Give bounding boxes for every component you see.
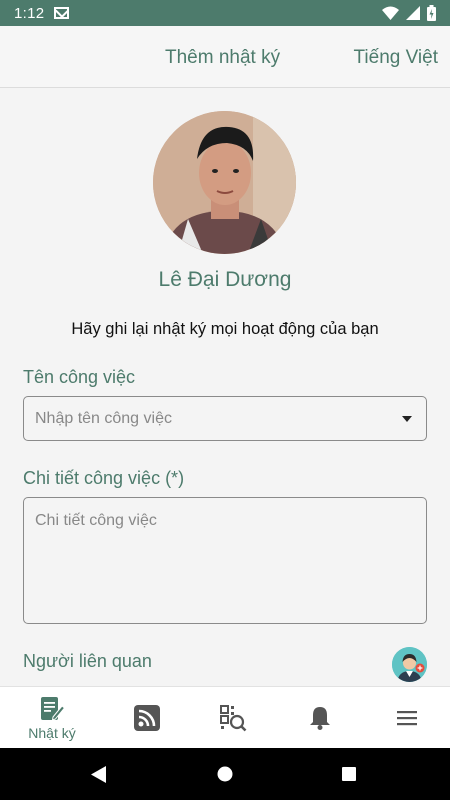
journal-edit-icon: [41, 696, 65, 721]
related-people-label: Người liên quan: [23, 651, 152, 671]
system-navigation-bar: [0, 748, 450, 800]
task-name-label: Tên công việc: [23, 367, 136, 387]
add-related-person-button[interactable]: [392, 647, 427, 682]
avatar-photo: [153, 111, 296, 254]
rss-feed-icon: [134, 705, 160, 731]
status-time: 1:12: [14, 4, 45, 22]
status-bar: 1:12: [0, 0, 450, 26]
wifi-icon: [382, 6, 399, 20]
back-icon[interactable]: [91, 766, 107, 783]
person-add-icon: [392, 647, 427, 682]
recents-icon[interactable]: [342, 767, 356, 781]
bottom-navigation: Nhật ký: [0, 686, 450, 748]
caret-down-icon: [402, 416, 412, 422]
nav-item-notifications[interactable]: [275, 687, 365, 749]
app-header: Thêm nhật ký Tiếng Việt: [0, 26, 450, 88]
home-icon[interactable]: [217, 766, 233, 782]
task-name-select[interactable]: Nhập tên công việc: [23, 396, 427, 441]
page-title: Thêm nhật ký: [165, 47, 281, 68]
nav-item-feed[interactable]: [102, 687, 192, 749]
nav-item-menu[interactable]: [362, 687, 450, 749]
menu-icon: [397, 711, 417, 726]
battery-icon: [427, 5, 436, 21]
nav-item-journal[interactable]: Nhật ký: [7, 687, 97, 749]
bell-icon: [310, 707, 330, 730]
task-detail-label: Chi tiết công việc (*): [23, 468, 185, 488]
task-detail-textarea[interactable]: Chi tiết công việc: [23, 497, 427, 624]
mail-icon: [54, 7, 70, 19]
task-detail-placeholder: Chi tiết công việc: [35, 512, 157, 529]
user-name: Lê Đại Dương: [158, 268, 292, 291]
status-indicators: [382, 5, 436, 21]
task-name-placeholder: Nhập tên công việc: [35, 410, 172, 427]
language-switcher[interactable]: Tiếng Việt: [354, 47, 439, 69]
nav-item-scan[interactable]: [188, 687, 278, 749]
avatar[interactable]: [153, 111, 296, 254]
qr-scan-icon: [220, 705, 247, 732]
signal-icon: [406, 6, 420, 20]
page-subtitle: Hãy ghi lại nhật ký mọi hoạt động của bạ…: [71, 320, 379, 338]
nav-label-journal: Nhật ký: [28, 724, 76, 741]
